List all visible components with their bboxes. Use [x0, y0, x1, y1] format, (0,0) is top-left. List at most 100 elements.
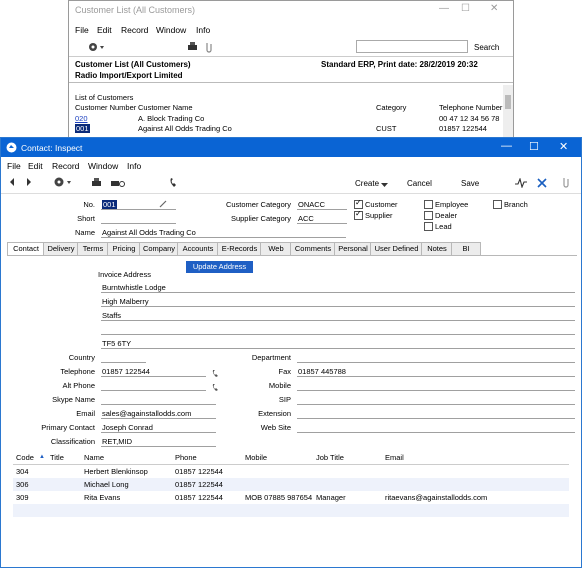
- tab-personal[interactable]: Personal: [334, 242, 372, 255]
- save-button[interactable]: Save: [461, 179, 479, 188]
- col-job-title[interactable]: Job Title: [316, 453, 344, 462]
- expand-icon[interactable]: [537, 178, 547, 190]
- search-button[interactable]: Search: [474, 43, 499, 52]
- phone-icon[interactable]: [212, 383, 219, 394]
- primary-contact-field[interactable]: Joseph Conrad: [102, 423, 153, 432]
- tab-contact[interactable]: Contact: [7, 242, 45, 255]
- tab-e-records[interactable]: E-Records: [217, 242, 262, 255]
- dealer-checkbox-label: Dealer: [435, 211, 458, 220]
- table-row[interactable]: [13, 504, 569, 517]
- table-row[interactable]: 306 Michael Long 01857 122544: [13, 478, 569, 491]
- menu-record[interactable]: Record: [52, 161, 79, 171]
- fax-field[interactable]: 01857 445788: [298, 367, 346, 376]
- cell-phone: 01857 122544: [175, 467, 223, 476]
- tab-bi[interactable]: BI: [451, 242, 481, 255]
- maximize-button[interactable]: ☐: [461, 3, 470, 14]
- tab-user-defined[interactable]: User Defined: [370, 242, 423, 255]
- cell-code: 309: [16, 493, 29, 502]
- no-field[interactable]: 001: [102, 200, 117, 209]
- lead-checkbox-label: Lead: [435, 222, 452, 231]
- col-title[interactable]: Title: [50, 453, 64, 462]
- gear-icon[interactable]: [87, 41, 105, 55]
- table-row[interactable]: 304 Herbert Blenkinsop 01857 122544: [13, 465, 569, 478]
- menu-record[interactable]: Record: [121, 25, 148, 35]
- customer-category-field[interactable]: ONACC: [298, 200, 325, 209]
- divider: [69, 56, 513, 57]
- activity-icon[interactable]: [515, 177, 527, 190]
- tab-pricing[interactable]: Pricing: [107, 242, 141, 255]
- tab-web[interactable]: Web: [260, 242, 292, 255]
- paperclip-icon[interactable]: [204, 41, 214, 55]
- customer-list-window[interactable]: Customer List (All Customers) — ☐ ✕ File…: [68, 0, 514, 138]
- cancel-button[interactable]: Cancel: [407, 179, 432, 188]
- name-field[interactable]: Against All Odds Trading Co: [102, 228, 196, 237]
- supplier-category-label: Supplier Category: [230, 214, 291, 223]
- supplier-checkbox[interactable]: [354, 209, 363, 220]
- tab-delivery[interactable]: Delivery: [43, 242, 79, 255]
- telephone-field[interactable]: 01857 122544: [102, 367, 150, 376]
- menu-window[interactable]: Window: [88, 161, 118, 171]
- customer-link[interactable]: 001: [75, 124, 90, 133]
- skype-label: Skype Name: [52, 395, 95, 404]
- search-input[interactable]: [356, 40, 468, 53]
- print-icon[interactable]: [187, 42, 198, 54]
- print-preview-icon[interactable]: [110, 178, 126, 190]
- customer-name: Against All Odds Trading Co: [138, 124, 232, 133]
- col-mobile[interactable]: Mobile: [245, 453, 267, 462]
- tab-notes[interactable]: Notes: [421, 242, 453, 255]
- gear-icon[interactable]: [53, 176, 73, 190]
- menu-info[interactable]: Info: [196, 25, 210, 35]
- menu-edit[interactable]: Edit: [28, 161, 43, 171]
- tab-terms[interactable]: Terms: [77, 242, 109, 255]
- customer-link[interactable]: 020: [75, 114, 88, 123]
- alt-phone-label: Alt Phone: [62, 381, 95, 390]
- col-phone[interactable]: Phone: [175, 453, 197, 462]
- cell-name: Rita Evans: [84, 493, 121, 502]
- employee-checkbox[interactable]: [424, 200, 433, 209]
- table-row[interactable]: 309 Rita Evans 01857 122544 MOB 07885 98…: [13, 491, 569, 504]
- menu-window[interactable]: Window: [156, 25, 186, 35]
- customer-checkbox[interactable]: [354, 198, 363, 209]
- address-line-3[interactable]: Staffs: [102, 311, 121, 320]
- lead-checkbox[interactable]: [424, 222, 433, 231]
- supplier-category-field[interactable]: ACC: [298, 214, 314, 223]
- dealer-checkbox[interactable]: [424, 211, 433, 220]
- email-field[interactable]: sales@againstallodds.com: [102, 409, 191, 418]
- paperclip-icon[interactable]: [561, 176, 571, 190]
- back-arrow-icon[interactable]: [8, 177, 16, 189]
- close-button[interactable]: ✕: [490, 3, 498, 14]
- address-line-2[interactable]: High Malberry: [102, 297, 149, 306]
- customer-phone: 01857 122544: [439, 124, 487, 133]
- update-address-button[interactable]: Update Address: [186, 261, 253, 273]
- chevron-down-icon[interactable]: [381, 181, 388, 190]
- forward-arrow-icon[interactable]: [25, 177, 33, 189]
- field-underline: [101, 404, 216, 405]
- menu-info[interactable]: Info: [127, 161, 141, 171]
- phone-icon[interactable]: [212, 369, 219, 380]
- scrollbar[interactable]: [503, 85, 513, 137]
- tab-comments[interactable]: Comments: [290, 242, 336, 255]
- sort-ascending-icon[interactable]: ▲: [39, 454, 45, 460]
- branch-checkbox[interactable]: [493, 200, 502, 209]
- close-button[interactable]: ✕: [559, 140, 568, 153]
- menu-edit[interactable]: Edit: [97, 25, 112, 35]
- address-line-5[interactable]: TF5 6TY: [102, 339, 131, 348]
- phone-icon[interactable]: [169, 177, 178, 190]
- menu-file[interactable]: File: [7, 161, 21, 171]
- tab-company[interactable]: Company: [139, 242, 179, 255]
- menu-file[interactable]: File: [75, 25, 89, 35]
- col-code[interactable]: Code: [16, 453, 34, 462]
- minimize-button[interactable]: —: [439, 3, 449, 14]
- address-line-1[interactable]: Burntwhistle Lodge: [102, 283, 166, 292]
- col-customer-name: Customer Name: [138, 103, 193, 112]
- col-name[interactable]: Name: [84, 453, 104, 462]
- contact-inspect-window[interactable]: Contact: Inspect — ☐ ✕ File Edit Record …: [0, 137, 582, 568]
- print-icon[interactable]: [91, 178, 102, 190]
- minimize-button[interactable]: —: [501, 140, 512, 152]
- classification-field[interactable]: RET,MID: [102, 437, 132, 446]
- create-button[interactable]: Create: [355, 179, 379, 188]
- paste-icon[interactable]: [159, 199, 168, 210]
- tab-accounts[interactable]: Accounts: [177, 242, 219, 255]
- maximize-button[interactable]: ☐: [529, 140, 539, 153]
- col-email[interactable]: Email: [385, 453, 404, 462]
